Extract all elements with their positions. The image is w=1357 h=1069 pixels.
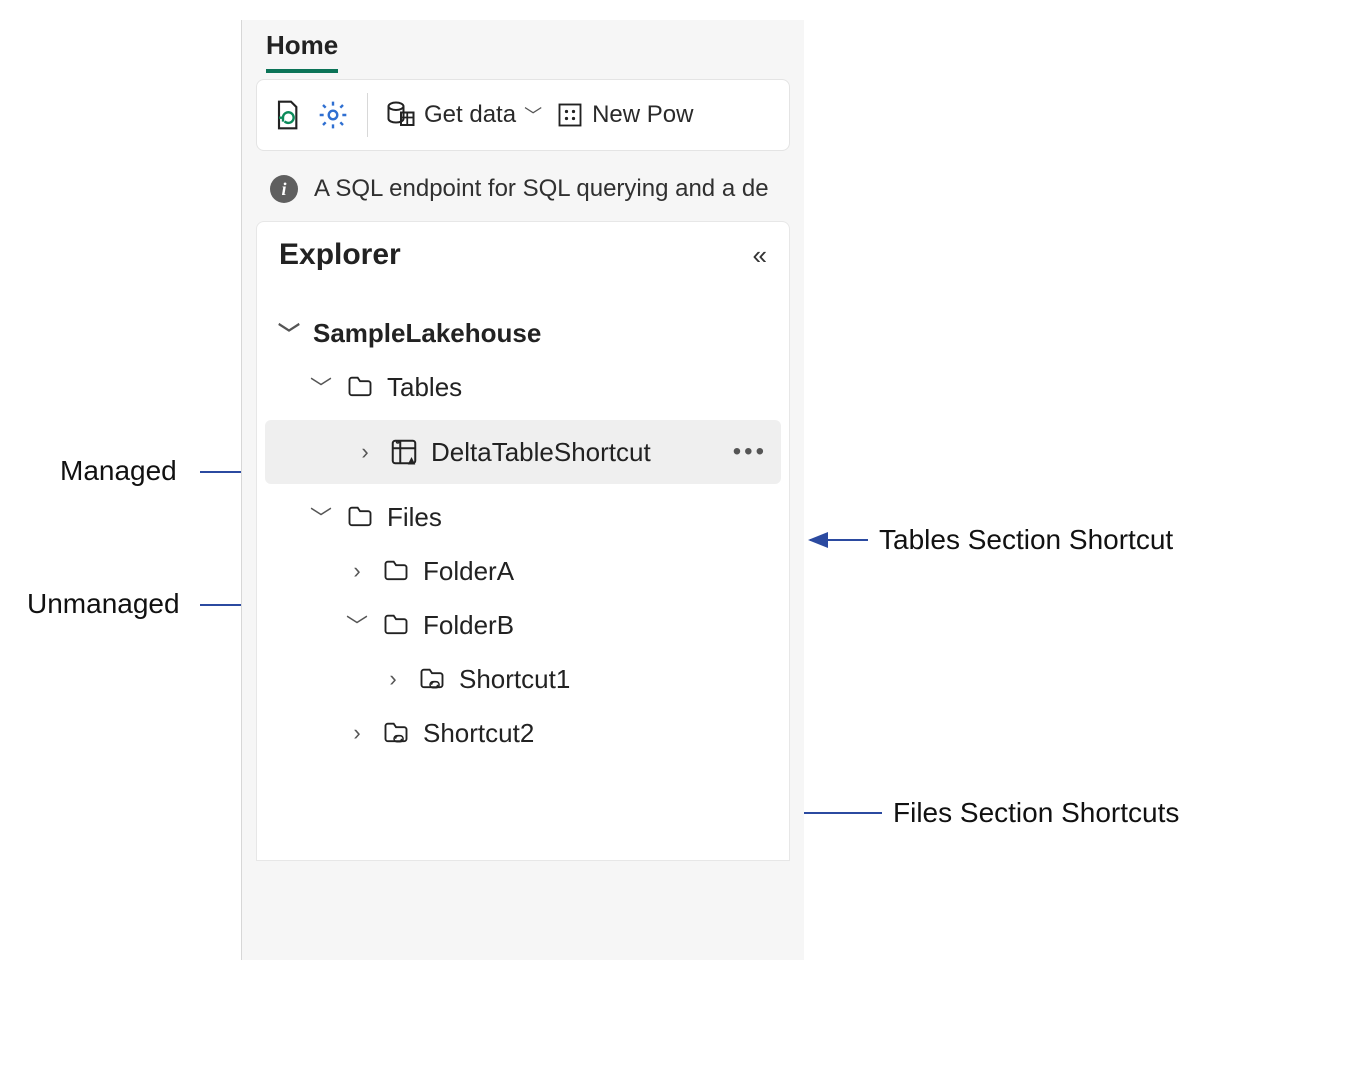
folder-icon xyxy=(381,557,411,585)
chevron-right-icon: › xyxy=(353,439,377,465)
chevron-down-icon: ﹀ xyxy=(524,102,542,128)
chevron-down-icon: ﹀ xyxy=(277,317,301,349)
tree-node-label: DeltaTableShortcut xyxy=(431,437,651,468)
gear-icon[interactable] xyxy=(317,99,349,131)
info-icon: i xyxy=(270,175,298,203)
annotation-unmanaged: Unmanaged xyxy=(27,588,180,620)
annotation-managed: Managed xyxy=(60,455,177,487)
new-pow-label: New Pow xyxy=(592,101,693,129)
folder-icon xyxy=(345,373,375,401)
get-data-button[interactable]: Get data ﹀ xyxy=(386,100,542,130)
annotation-tables-shortcut: Tables Section Shortcut xyxy=(879,524,1173,556)
chevron-down-icon: ﹀ xyxy=(309,501,333,533)
tree-node-label: FolderB xyxy=(423,610,514,641)
explorer-tree: ﹀ SampleLakehouse ﹀ Tables › DeltaTableS… xyxy=(257,278,789,760)
tree-node-label: Shortcut2 xyxy=(423,718,534,749)
tree-node-tables[interactable]: ﹀ Tables xyxy=(257,360,789,414)
chevron-down-icon: ﹀ xyxy=(309,371,333,403)
tree-node-label: Shortcut1 xyxy=(459,664,570,695)
chevron-down-icon: ﹀ xyxy=(345,609,369,641)
chevron-right-icon: › xyxy=(345,558,369,584)
tree-node-shortcut1[interactable]: › Shortcut1 xyxy=(257,652,789,706)
folder-icon xyxy=(345,503,375,531)
folder-shortcut-icon xyxy=(381,719,411,747)
ribbon-separator xyxy=(367,93,368,137)
tree-root-label: SampleLakehouse xyxy=(313,318,541,349)
chevron-right-icon: › xyxy=(381,666,405,692)
tree-node-folder-a[interactable]: › FolderA xyxy=(257,544,789,598)
app-panel: Home Get data ﹀ New Pow i A SQL endpoint… xyxy=(241,20,804,960)
refresh-icon[interactable] xyxy=(271,99,303,131)
tree-node-label: Tables xyxy=(387,372,462,403)
explorer-title: Explorer xyxy=(279,238,401,272)
info-text: A SQL endpoint for SQL querying and a de xyxy=(314,175,769,203)
tree-node-label: Files xyxy=(387,502,442,533)
annotation-files-shortcuts: Files Section Shortcuts xyxy=(893,797,1179,829)
tree-node-delta-shortcut[interactable]: › DeltaTableShortcut ••• xyxy=(265,420,781,484)
get-data-label: Get data xyxy=(424,101,516,129)
info-bar: i A SQL endpoint for SQL querying and a … xyxy=(242,163,804,221)
tree-node-label: FolderA xyxy=(423,556,514,587)
explorer-panel: Explorer « ﹀ SampleLakehouse ﹀ Tables › xyxy=(256,221,790,861)
tree-node-files[interactable]: ﹀ Files xyxy=(257,490,789,544)
ribbon: Get data ﹀ New Pow xyxy=(256,79,790,151)
tree-node-folder-b[interactable]: ﹀ FolderB xyxy=(257,598,789,652)
tab-home[interactable]: Home xyxy=(266,30,338,73)
more-options-icon[interactable]: ••• xyxy=(733,438,767,466)
chevron-right-icon: › xyxy=(345,720,369,746)
table-shortcut-icon xyxy=(389,437,419,467)
folder-icon xyxy=(381,611,411,639)
tree-root-lakehouse[interactable]: ﹀ SampleLakehouse xyxy=(257,306,789,360)
grid-icon xyxy=(556,101,584,129)
database-icon xyxy=(386,100,416,130)
tab-bar: Home xyxy=(242,20,804,73)
tree-node-shortcut2[interactable]: › Shortcut2 xyxy=(257,706,789,760)
new-pow-button[interactable]: New Pow xyxy=(556,101,693,129)
folder-shortcut-icon xyxy=(417,665,447,693)
collapse-icon[interactable]: « xyxy=(753,240,767,271)
